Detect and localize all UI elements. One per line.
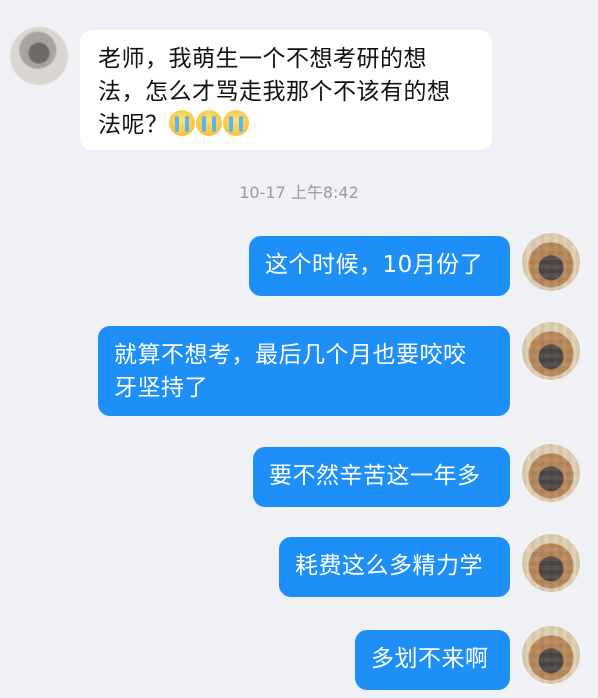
outgoing-message-bubble[interactable]: 耗费这么多精力学 — [279, 537, 510, 597]
message-line: 牙坚持了 — [114, 375, 208, 401]
message-line: 法，怎么才骂走我那个不该有的想 — [98, 79, 451, 105]
message-text: 这个时候，10月份了 — [265, 252, 484, 278]
crying-face-icon — [222, 110, 249, 136]
incoming-message-bubble[interactable]: 老师，我萌生一个不想考研的想 法，怎么才骂走我那个不该有的想 法呢？ — [80, 30, 492, 150]
outgoing-message-bubble[interactable]: 这个时候，10月份了 — [249, 236, 510, 296]
message-timestamp: 10-17 上午8:42 — [239, 183, 359, 202]
user-avatar[interactable] — [522, 444, 580, 502]
user-avatar[interactable] — [522, 322, 580, 380]
user-avatar[interactable] — [522, 233, 580, 291]
user-avatar[interactable] — [522, 534, 580, 592]
message-text: 多划不来啊 — [371, 646, 489, 672]
outgoing-message-bubble[interactable]: 要不然辛苦这一年多 — [253, 447, 510, 507]
user-avatar[interactable] — [522, 626, 580, 684]
message-text: 耗费这么多精力学 — [295, 553, 483, 579]
crying-face-icon — [195, 110, 222, 136]
message-text: 法呢？ — [98, 112, 169, 138]
message-line: 法呢？ — [98, 109, 474, 142]
crying-face-icon — [168, 110, 195, 136]
message-text: 要不然辛苦这一年多 — [269, 463, 481, 489]
message-line: 老师，我萌生一个不想考研的想 — [98, 46, 427, 72]
outgoing-message-bubble[interactable]: 多划不来啊 — [355, 630, 510, 690]
message-line: 就算不想考，最后几个月也要咬咬 — [114, 342, 467, 368]
outgoing-message-bubble[interactable]: 就算不想考，最后几个月也要咬咬 牙坚持了 — [98, 326, 510, 416]
contact-avatar[interactable] — [10, 27, 68, 85]
